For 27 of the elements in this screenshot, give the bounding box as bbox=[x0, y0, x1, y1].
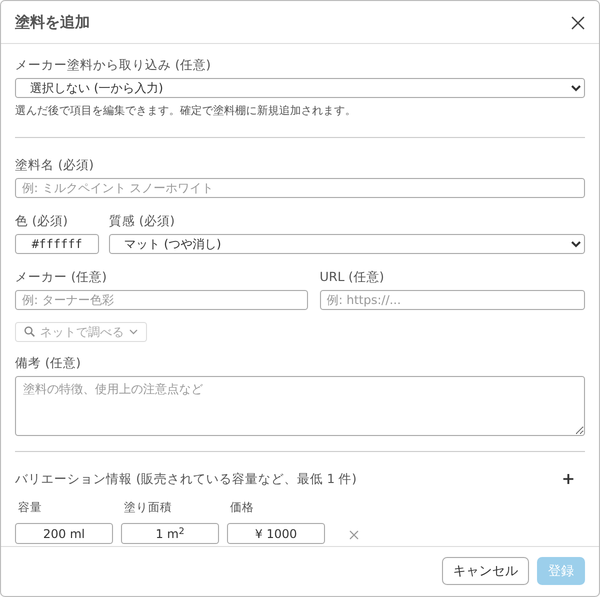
help-text: 選んだ後で項目を編集できます。確定で塗料棚に新規追加されます。 bbox=[15, 102, 357, 119]
url-field[interactable]: 例: https://... bbox=[320, 290, 586, 310]
input-field[interactable]: 1 m$^{2}$ bbox=[121, 523, 219, 544]
field-label: 備考 (任意) bbox=[15, 354, 81, 372]
cancel-button[interactable]: キャンセル bbox=[442, 557, 529, 586]
column-label: 塗り面積 bbox=[123, 498, 173, 516]
field-label: 質感 (必須) bbox=[109, 212, 175, 230]
field-label: URL (任意) bbox=[320, 268, 384, 286]
column-label: 容量 bbox=[17, 498, 43, 516]
maker-field[interactable]: 例: ターナー色彩 bbox=[15, 290, 308, 310]
import-select[interactable]: 選択しない (一から入力) bbox=[15, 78, 585, 98]
input-field[interactable]: ¥ 1000 bbox=[227, 523, 325, 544]
input-field[interactable]: 200 ml bbox=[15, 523, 113, 544]
field-label: メーカー塗料から取り込み (任意) bbox=[15, 56, 211, 74]
color-field[interactable]: #ffffff bbox=[15, 234, 99, 254]
add-button[interactable]: + bbox=[552, 471, 585, 488]
notes-field[interactable]: 塗料の特徴、使用上の注意点など bbox=[15, 376, 585, 436]
field-label: 色 (必須) bbox=[15, 212, 68, 230]
column-label: 価格 bbox=[229, 498, 255, 516]
name-field[interactable]: 例: ミルクペイント スノーホワイト bbox=[15, 178, 585, 198]
field-label: メーカー (任意) bbox=[15, 268, 107, 286]
search-icon bbox=[24, 326, 35, 338]
section-title: バリエーション情報 (販売されている容量など、最低 1 件) bbox=[15, 470, 357, 488]
field-label: 塗料名 (必須) bbox=[15, 156, 94, 174]
caret-icon bbox=[129, 328, 138, 335]
dialog-title: 塗料を追加 bbox=[15, 12, 90, 33]
finish-select[interactable]: マット (つや消し) bbox=[109, 234, 585, 254]
